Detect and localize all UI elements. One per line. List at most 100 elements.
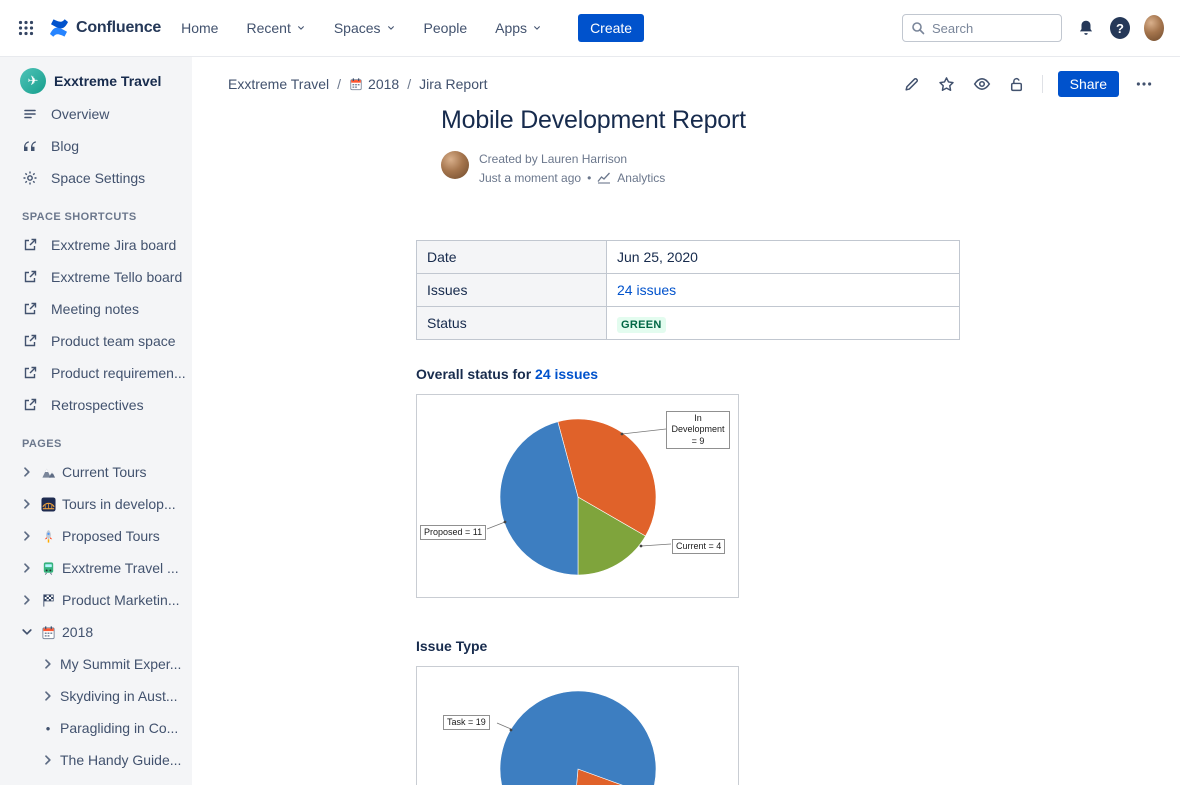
space-header[interactable]: ✈ Exxtreme Travel <box>0 64 192 98</box>
chevron-right-icon[interactable] <box>40 656 56 672</box>
page-content: Mobile Development Report Created by Lau… <box>192 106 960 785</box>
page-item-label: Paragliding in Co... <box>60 720 178 736</box>
page-item-paragliding[interactable]: Paragliding in Co... <box>0 712 192 744</box>
shortcut-label: Retrospectives <box>51 397 144 413</box>
page-item-current-tours[interactable]: Current Tours <box>0 456 192 488</box>
page-tree: Current Tours Tours in develop... Propos… <box>0 456 192 776</box>
nav-item-people[interactable]: People <box>422 14 470 42</box>
row-value: 24 issues <box>607 274 960 307</box>
notifications-button[interactable] <box>1076 18 1096 38</box>
chevron-down-icon <box>532 23 542 33</box>
chevron-right-icon[interactable] <box>40 688 56 704</box>
quote-icon <box>22 138 38 154</box>
app-switcher-button[interactable] <box>12 14 40 42</box>
more-actions-button[interactable] <box>1134 74 1154 94</box>
sidebar-item-blog[interactable]: Blog <box>0 130 192 162</box>
more-ellipsis-icon <box>1135 75 1153 93</box>
pages-header: PAGES <box>0 421 192 456</box>
page-item-handy-guide[interactable]: The Handy Guide... <box>0 744 192 776</box>
issue-type-pie-chart[interactable]: Task = 19 <box>416 666 739 785</box>
pie-label-current: Current = 4 <box>672 539 725 554</box>
chevron-right-icon[interactable] <box>19 528 35 544</box>
page-item-label: Tours in develop... <box>62 496 176 512</box>
space-shortcuts-header: SPACE SHORTCUTS <box>0 194 192 229</box>
breadcrumb-label: 2018 <box>368 76 399 92</box>
page-item-product-marketing[interactable]: Product Marketin... <box>0 584 192 616</box>
create-button[interactable]: Create <box>578 14 644 42</box>
chevron-right-icon[interactable] <box>19 496 35 512</box>
chevron-right-icon[interactable] <box>40 752 56 768</box>
created-by-text: Created by Lauren Harrison <box>479 152 665 168</box>
page-item-label: Exxtreme Travel ... <box>62 560 179 576</box>
chevron-right-icon[interactable] <box>19 560 35 576</box>
breadcrumb-separator: / <box>337 76 341 92</box>
page-actions: Share <box>902 71 1154 97</box>
watch-button[interactable] <box>972 74 992 94</box>
page-item-my-summit-experience[interactable]: My Summit Exper... <box>0 648 192 680</box>
space-name: Exxtreme Travel <box>54 73 161 89</box>
search-icon <box>911 21 925 35</box>
calendar-icon <box>41 625 56 640</box>
chevron-right-icon[interactable] <box>19 464 35 480</box>
bridge-icon <box>41 497 56 512</box>
page-item-label: My Summit Exper... <box>60 656 181 672</box>
nav-item-spaces[interactable]: Spaces <box>332 14 398 42</box>
shortcut-exxtreme-jira-board[interactable]: Exxtreme Jira board <box>0 229 192 261</box>
nav-item-apps[interactable]: Apps <box>493 14 544 42</box>
chevron-right-icon[interactable] <box>19 592 35 608</box>
shortcut-label: Product requiremen... <box>51 365 186 381</box>
external-link-icon <box>22 333 38 349</box>
unlock-icon <box>1008 76 1025 93</box>
space-nav: Overview Blog Space Settings <box>0 98 192 194</box>
page-item-label: The Handy Guide... <box>60 752 181 768</box>
report-info-table: Date Jun 25, 2020 Issues 24 issues Statu… <box>416 240 960 340</box>
breadcrumb-item-2018[interactable]: 2018 <box>349 76 399 92</box>
page-item-label: Product Marketin... <box>62 592 180 608</box>
profile-button[interactable] <box>1144 18 1164 38</box>
space-avatar: ✈ <box>20 68 46 94</box>
overall-issues-link[interactable]: 24 issues <box>535 366 598 382</box>
restrictions-button[interactable] <box>1007 74 1027 94</box>
primary-nav: Home Recent Spaces People Apps Create <box>179 14 644 42</box>
nav-item-home[interactable]: Home <box>179 14 220 42</box>
search-box[interactable] <box>902 14 1062 42</box>
shortcut-retrospectives[interactable]: Retrospectives <box>0 389 192 421</box>
search-input[interactable] <box>932 21 1050 36</box>
edit-button[interactable] <box>902 74 922 94</box>
issues-link[interactable]: 24 issues <box>617 282 676 298</box>
star-button[interactable] <box>937 74 957 94</box>
analytics-link[interactable]: Analytics <box>617 171 665 187</box>
sidebar-item-overview[interactable]: Overview <box>0 98 192 130</box>
row-key: Status <box>417 307 607 340</box>
page-item-proposed-tours[interactable]: Proposed Tours <box>0 520 192 552</box>
sidebar-item-label: Space Settings <box>51 170 145 186</box>
page-item-2018[interactable]: 2018 <box>0 616 192 648</box>
shortcut-meeting-notes[interactable]: Meeting notes <box>0 293 192 325</box>
shortcut-exxtreme-tello-board[interactable]: Exxtreme Tello board <box>0 261 192 293</box>
chevron-down-icon[interactable] <box>19 624 35 640</box>
page-item-skydiving[interactable]: Skydiving in Aust... <box>0 680 192 712</box>
share-button[interactable]: Share <box>1058 71 1119 97</box>
help-button[interactable]: ? <box>1110 18 1130 38</box>
shortcut-product-requirements[interactable]: Product requiremen... <box>0 357 192 389</box>
page-item-label: Skydiving in Aust... <box>60 688 178 704</box>
nav-item-recent[interactable]: Recent <box>244 14 307 42</box>
status-pie-chart[interactable]: In Development = 9 Proposed = 11 Current… <box>416 394 739 598</box>
nav-label: Spaces <box>334 20 381 36</box>
pencil-icon <box>903 76 920 93</box>
page-item-tours-in-development[interactable]: Tours in develop... <box>0 488 192 520</box>
row-key: Issues <box>417 274 607 307</box>
bullet-icon <box>40 720 56 736</box>
page-item-label: 2018 <box>62 624 93 640</box>
sidebar-item-space-settings[interactable]: Space Settings <box>0 162 192 194</box>
breadcrumb-item-space[interactable]: Exxtreme Travel <box>228 76 329 92</box>
status-badge: GREEN <box>617 317 666 333</box>
topbar-right-cluster: ? <box>902 14 1164 42</box>
row-key: Date <box>417 241 607 274</box>
shortcut-product-team-space[interactable]: Product team space <box>0 325 192 357</box>
author-avatar[interactable] <box>441 151 469 179</box>
confluence-logo[interactable]: Confluence <box>48 17 161 39</box>
breadcrumb-item-jira-report[interactable]: Jira Report <box>419 76 487 92</box>
analytics-chart-icon <box>597 172 611 184</box>
page-item-exxtreme-travel[interactable]: Exxtreme Travel ... <box>0 552 192 584</box>
